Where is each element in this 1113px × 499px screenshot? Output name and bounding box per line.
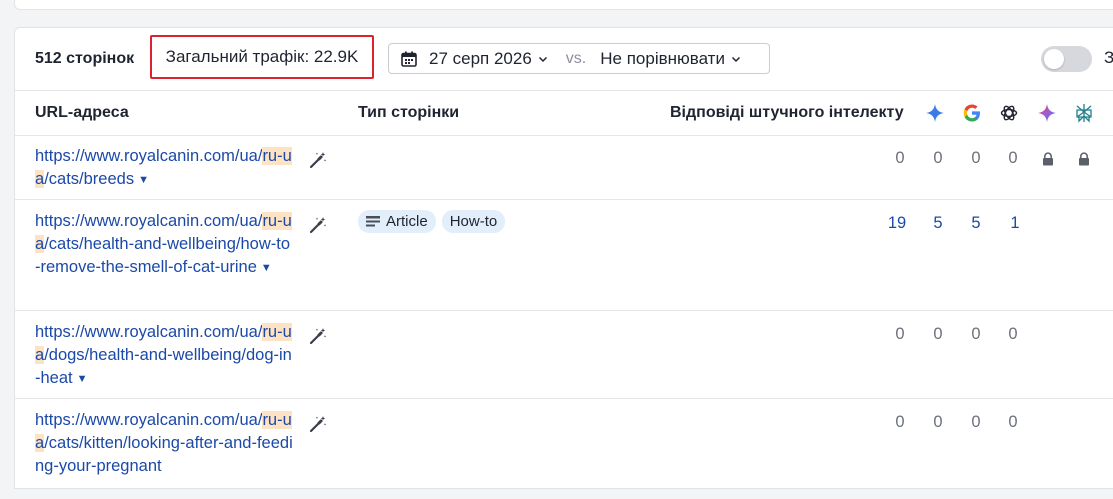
- pages-count: 512 сторінок: [35, 50, 135, 67]
- toggle-switch[interactable]: [1041, 46, 1092, 72]
- gemini-count: 0: [1008, 325, 1018, 343]
- chatgpt-icon: [1000, 105, 1018, 121]
- pages-panel: 512 сторінок Загальний трафік: 22.9K 27 …: [14, 27, 1113, 489]
- google-icon: [963, 104, 980, 122]
- google-count: 0: [933, 149, 943, 167]
- gemini-count[interactable]: 1: [1000, 214, 1030, 233]
- url-suffix: /dogs/health-and-wellbeing/dog-in-heat: [35, 346, 292, 387]
- toggle-knob: [1044, 49, 1064, 69]
- caret-down-icon[interactable]: ▼: [261, 257, 272, 280]
- lock-icon: [1043, 152, 1053, 166]
- ai-overview-count: 0: [895, 413, 905, 431]
- ai-overview-count[interactable]: 19: [882, 214, 912, 233]
- url-suffix: /cats/health-and-wellbeing/how-to-remove…: [35, 235, 290, 276]
- column-header-page-type[interactable]: Тип сторінки: [358, 104, 459, 122]
- url-prefix: https://www.royalcanin.com/ua/: [35, 212, 263, 230]
- ai-overview-count: 0: [895, 149, 905, 167]
- total-traffic-highlight: Загальний трафік: 22.9K: [150, 35, 374, 79]
- url-suffix: /cats/breeds: [44, 170, 135, 188]
- perplexity-icon: [1076, 104, 1092, 123]
- ai-overview-count: 0: [895, 325, 905, 343]
- url-prefix: https://www.royalcanin.com/ua/: [35, 147, 263, 165]
- table-row: https://www.royalcanin.com/ua/ru-ua/cats…: [15, 135, 1113, 200]
- url-prefix: https://www.royalcanin.com/ua/: [35, 323, 263, 341]
- page-url-link[interactable]: https://www.royalcanin.com/ua/ru-ua/cats…: [35, 145, 293, 192]
- google-count[interactable]: 5: [923, 214, 953, 233]
- tag-label: Article: [386, 213, 428, 230]
- chatgpt-count: 0: [971, 413, 981, 431]
- top-card: [14, 0, 1113, 10]
- column-header-url[interactable]: URL-адреса: [35, 104, 129, 122]
- google-count: 0: [933, 325, 943, 343]
- page-url-link[interactable]: https://www.royalcanin.com/ua/ru-ua/dogs…: [35, 321, 293, 391]
- google-count: 0: [933, 413, 943, 431]
- total-traffic-label: Загальний трафік: 22.9K: [165, 47, 359, 66]
- gemini-icon: [1038, 104, 1056, 122]
- chatgpt-count[interactable]: 5: [961, 214, 991, 233]
- table-row: https://www.royalcanin.com/ua/ru-ua/dogs…: [15, 311, 1113, 399]
- toolbar: 512 сторінок Загальний трафік: 22.9K 27 …: [15, 28, 1113, 90]
- column-header-ai-answers[interactable]: Відповіді штучного інтелекту: [670, 104, 904, 122]
- tag-article[interactable]: Article: [358, 210, 436, 233]
- caret-down-icon[interactable]: ▼: [77, 368, 88, 391]
- chatgpt-count: 0: [971, 325, 981, 343]
- selected-date[interactable]: 27 серп 2026: [429, 49, 532, 69]
- chevron-down-icon: [731, 56, 741, 62]
- magic-wand-icon[interactable]: [309, 415, 327, 433]
- gemini-count: 0: [1008, 413, 1018, 431]
- page-type-tags: Article How-to: [358, 210, 506, 233]
- magic-wand-icon[interactable]: [309, 327, 327, 345]
- page-url-link[interactable]: https://www.royalcanin.com/ua/ru-ua/cats…: [35, 210, 293, 280]
- magic-wand-icon[interactable]: [309, 151, 327, 169]
- article-icon: [366, 215, 380, 226]
- caret-down-icon[interactable]: ▼: [138, 169, 149, 192]
- url-suffix: /cats/kitten/looking-after-and-feeding-y…: [35, 434, 293, 475]
- url-prefix: https://www.royalcanin.com/ua/: [35, 411, 263, 429]
- table-row: https://www.royalcanin.com/ua/ru-ua/cats…: [15, 399, 1113, 499]
- chevron-down-icon: [538, 56, 547, 62]
- toggle-label: З: [1104, 48, 1113, 67]
- table-header: URL-адреса Тип сторінки Відповіді штучно…: [15, 90, 1113, 136]
- tag-how-to[interactable]: How-to: [441, 210, 506, 233]
- ai-overview-icon: [926, 104, 944, 122]
- tag-label: How-to: [449, 213, 498, 230]
- lock-icon: [1079, 152, 1089, 166]
- page-url-link[interactable]: https://www.royalcanin.com/ua/ru-ua/cats…: [35, 409, 293, 478]
- gemini-count: 0: [1008, 149, 1018, 167]
- calendar-icon: [401, 51, 417, 67]
- chatgpt-count: 0: [971, 149, 981, 167]
- magic-wand-icon[interactable]: [309, 216, 327, 234]
- compare-select[interactable]: Не порівнювати: [600, 49, 725, 69]
- vs-label: vs.: [565, 49, 587, 67]
- table-row: https://www.royalcanin.com/ua/ru-ua/cats…: [15, 200, 1113, 311]
- date-range-picker[interactable]: 27 серп 2026 vs. Не порівнювати: [388, 43, 770, 74]
